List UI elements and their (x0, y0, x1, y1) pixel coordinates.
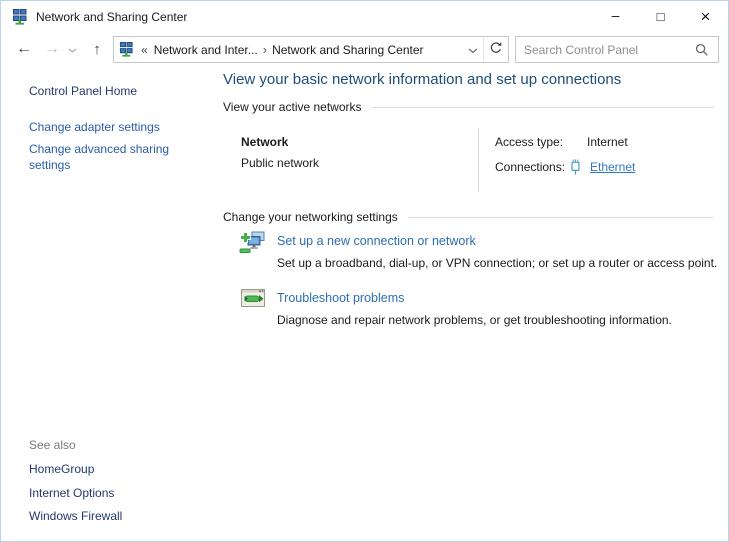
page-title: View your basic network information and … (223, 71, 621, 88)
back-button[interactable]: ← (13, 40, 35, 58)
chevron-down-icon (68, 42, 77, 57)
setup-connection-description: Set up a broadband, dial-up, or VPN conn… (277, 256, 717, 270)
maximize-icon: □ (657, 10, 665, 23)
minimize-icon: – (612, 8, 620, 22)
close-button[interactable]: × (683, 1, 728, 32)
main-content: View your basic network information and … (223, 66, 714, 541)
network-location-icon (119, 42, 135, 58)
troubleshoot-link[interactable]: Troubleshoot problems (277, 291, 404, 305)
networking-settings-section-label: Change your networking settings (223, 210, 398, 224)
networking-settings-section-header: Change your networking settings (223, 207, 714, 227)
breadcrumb-current[interactable]: Network and Sharing Center (268, 43, 427, 57)
search-input[interactable] (516, 43, 692, 57)
sidebar-item-internet-options[interactable]: Internet Options (29, 486, 114, 502)
network-panel-divider (478, 128, 479, 192)
active-networks-section-label: View your active networks (223, 100, 362, 114)
refresh-button[interactable] (484, 38, 508, 61)
section-divider (372, 107, 714, 108)
new-connection-icon (239, 229, 267, 255)
breadcrumb-overflow[interactable]: « (135, 43, 150, 57)
recent-locations-dropdown[interactable] (65, 42, 79, 57)
up-button[interactable]: ↑ (87, 41, 107, 58)
connections-row: Connections: Ethernet (495, 159, 635, 175)
minimize-button[interactable]: – (593, 1, 638, 32)
address-dropdown-button[interactable] (463, 38, 483, 61)
window: Network and Sharing Center – □ × ← → ↑ (0, 0, 729, 542)
troubleshoot-icon (239, 286, 267, 312)
sidebar-item-control-panel-home[interactable]: Control Panel Home (29, 84, 137, 100)
access-type-row: Access type: Internet (495, 135, 628, 149)
network-name: Network (241, 135, 288, 149)
address-bar[interactable]: « Network and Inter... › Network and Sha… (113, 36, 509, 63)
section-divider (408, 217, 714, 218)
breadcrumb-parent[interactable]: Network and Inter... (150, 43, 262, 57)
maximize-button[interactable]: □ (638, 1, 683, 32)
window-title: Network and Sharing Center (36, 10, 187, 24)
access-type-value: Internet (587, 135, 628, 149)
chevron-down-icon (468, 42, 478, 57)
network-app-icon (12, 9, 28, 25)
search-icon[interactable] (692, 43, 712, 57)
sidebar-item-change-adapter-settings[interactable]: Change adapter settings (29, 120, 160, 136)
see-also-header: See also (29, 438, 76, 452)
title-bar: Network and Sharing Center – □ × (1, 1, 728, 32)
sidebar-item-homegroup[interactable]: HomeGroup (29, 462, 94, 478)
connections-label: Connections: (495, 160, 567, 174)
network-profile: Public network (241, 156, 319, 170)
close-icon: × (701, 8, 711, 25)
troubleshoot-description: Diagnose and repair network problems, or… (277, 313, 672, 327)
navigation-toolbar: ← → ↑ « Netwo (1, 32, 728, 66)
sidebar-item-windows-firewall[interactable]: Windows Firewall (29, 509, 122, 525)
search-box (515, 36, 719, 63)
setup-connection-link[interactable]: Set up a new connection or network (277, 234, 476, 248)
troubleshoot-item: Troubleshoot problems Diagnose and repai… (223, 283, 714, 339)
sidebar: Control Panel Home Change adapter settin… (1, 66, 213, 541)
forward-button[interactable]: → (41, 40, 63, 58)
active-network-panel: Network Public network Access type: Inte… (223, 126, 714, 194)
caption-buttons: – □ × (593, 1, 728, 32)
refresh-icon (489, 41, 503, 58)
access-type-label: Access type: (495, 135, 567, 149)
ethernet-plug-icon (569, 159, 583, 175)
sidebar-item-change-advanced-sharing-settings[interactable]: Change advanced sharing settings (29, 142, 181, 174)
ethernet-link[interactable]: Ethernet (590, 160, 635, 174)
setup-connection-item: Set up a new connection or network Set u… (223, 226, 714, 282)
active-networks-section-header: View your active networks (223, 97, 714, 117)
